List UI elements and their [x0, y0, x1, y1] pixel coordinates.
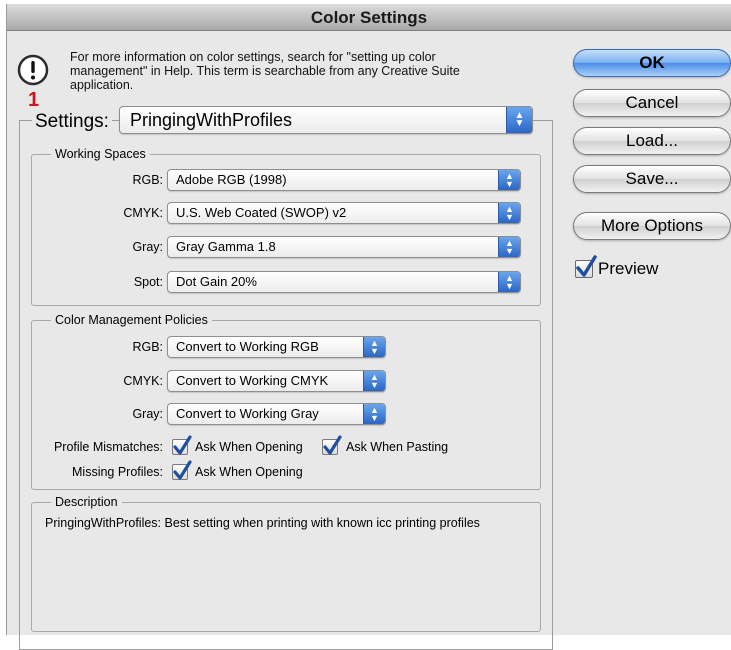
preview-label: Preview — [598, 259, 659, 278]
policy-rgb-value: Convert to Working RGB — [176, 339, 319, 354]
up-down-arrows-icon: ▲ ▼ — [498, 272, 520, 292]
policy-cmyk-label: CMYK: — [123, 374, 163, 388]
checkmark-icon — [576, 255, 597, 277]
mismatch-ask-pasting-checkbox[interactable] — [322, 435, 342, 455]
policy-rgb-label: RGB: — [132, 340, 163, 354]
up-down-arrows-icon: ▲ ▼ — [506, 107, 532, 133]
mismatch-ask-opening-checkbox[interactable] — [172, 435, 192, 455]
annotation-marker: 1 — [28, 89, 40, 111]
policy-gray-label: Gray: — [132, 407, 163, 421]
mismatch-ask-pasting-label: Ask When Pasting — [346, 440, 449, 454]
policy-gray-value: Convert to Working Gray — [176, 406, 319, 421]
missing-ask-opening-checkbox[interactable] — [172, 460, 192, 480]
up-down-arrows-icon: ▲ ▼ — [363, 371, 385, 391]
ws-gray-label: Gray: — [132, 240, 163, 254]
checkmark-icon — [323, 435, 342, 455]
policy-rgb-popup[interactable]: Convert to Working RGB ▲ ▼ — [167, 336, 386, 358]
policy-cmyk-value: Convert to Working CMYK — [176, 373, 329, 388]
up-down-arrows-icon: ▲ ▼ — [498, 203, 520, 223]
load-button[interactable]: Load... — [573, 127, 731, 155]
cancel-button[interactable]: Cancel — [573, 89, 731, 117]
ws-rgb-label: RGB: — [132, 173, 163, 187]
color-settings-window: Color Settings For more information on c… — [6, 4, 731, 650]
mismatch-ask-opening-label: Ask When Opening — [195, 440, 303, 454]
up-down-arrows-icon: ▲ ▼ — [498, 237, 520, 257]
profile-mismatches-label: Profile Mismatches: — [53, 440, 163, 454]
up-down-arrows-icon: ▲ ▼ — [363, 337, 385, 357]
save-button[interactable]: Save... — [573, 165, 731, 193]
checkmark-icon — [173, 435, 192, 455]
info-message: For more information on color settings, … — [70, 50, 460, 92]
ws-spot-popup[interactable]: Dot Gain 20% ▲ ▼ — [167, 271, 521, 293]
ws-gray-popup[interactable]: Gray Gamma 1.8 ▲ ▼ — [167, 236, 521, 258]
ws-rgb-popup[interactable]: Adobe RGB (1998) ▲ ▼ — [167, 169, 521, 191]
settings-popup[interactable]: PringingWithProfiles ▲ ▼ — [119, 106, 533, 134]
ok-button[interactable]: OK — [573, 49, 731, 77]
window-title: Color Settings — [7, 4, 731, 31]
exclamation-alert-icon — [17, 54, 49, 86]
checkmark-icon — [173, 460, 192, 480]
dialog-content: For more information on color settings, … — [7, 32, 731, 650]
description-title: Description — [51, 495, 122, 509]
ws-gray-value: Gray Gamma 1.8 — [176, 239, 276, 254]
more-options-button[interactable]: More Options — [573, 212, 731, 240]
policies-title: Color Management Policies — [51, 313, 212, 327]
up-down-arrows-icon: ▲ ▼ — [498, 170, 520, 190]
missing-profiles-label: Missing Profiles: — [72, 465, 163, 479]
working-spaces-title: Working Spaces — [51, 147, 150, 161]
up-down-arrows-icon: ▲ ▼ — [363, 404, 385, 424]
policy-cmyk-popup[interactable]: Convert to Working CMYK ▲ ▼ — [167, 370, 386, 392]
ws-spot-value: Dot Gain 20% — [176, 274, 257, 289]
ws-cmyk-label: CMYK: — [123, 206, 163, 220]
ws-cmyk-value: U.S. Web Coated (SWOP) v2 — [176, 205, 347, 220]
policy-gray-popup[interactable]: Convert to Working Gray ▲ ▼ — [167, 403, 386, 425]
settings-popup-value: PringingWithProfiles — [130, 110, 293, 130]
missing-ask-opening-label: Ask When Opening — [195, 465, 303, 479]
ws-spot-label: Spot: — [133, 275, 163, 289]
settings-label: Settings: — [32, 110, 112, 134]
ws-cmyk-popup[interactable]: U.S. Web Coated (SWOP) v2 ▲ ▼ — [167, 202, 521, 224]
ws-rgb-value: Adobe RGB (1998) — [176, 172, 287, 187]
preview-checkbox[interactable] — [575, 255, 597, 278]
description-text: PringingWithProfiles: Best setting when … — [45, 516, 480, 530]
